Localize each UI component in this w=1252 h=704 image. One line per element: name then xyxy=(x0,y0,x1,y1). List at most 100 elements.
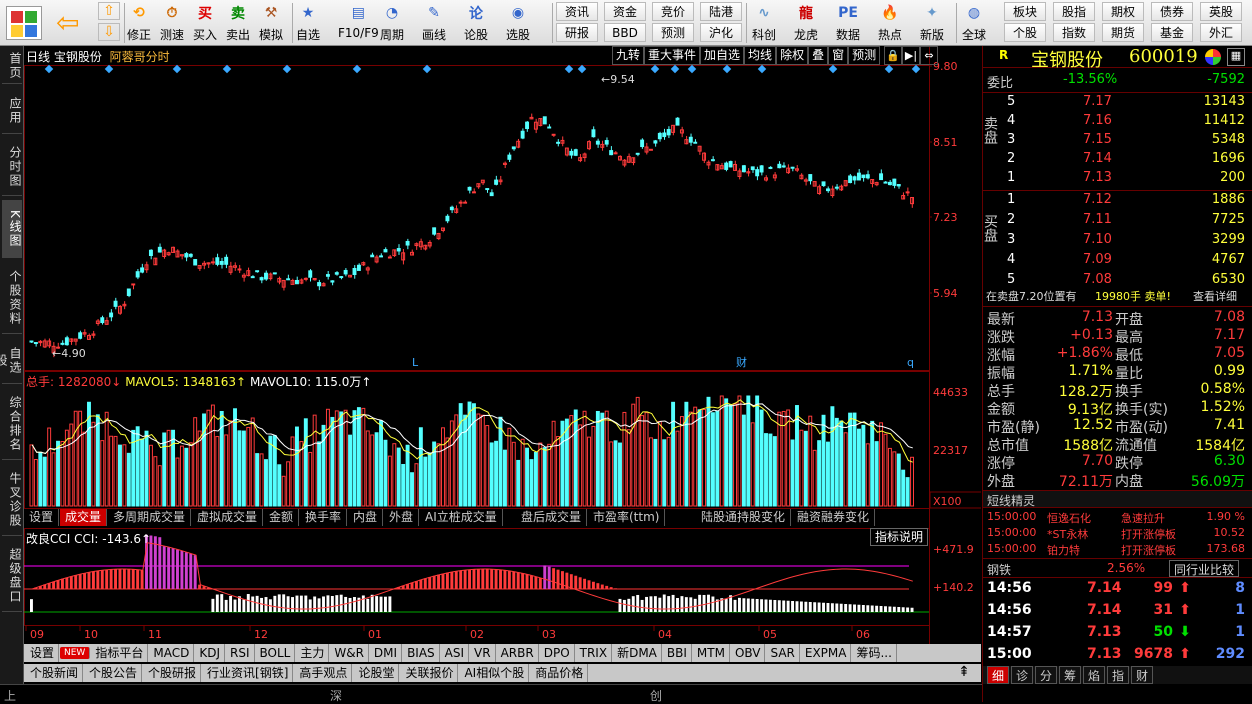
sidebar-item[interactable]: 综合排名 xyxy=(2,388,22,460)
volume-tab[interactable]: 内盘 xyxy=(348,509,383,526)
indicator-tab[interactable]: BIAS xyxy=(403,644,440,662)
buy-level-row[interactable]: 17.121886 xyxy=(983,192,1252,210)
indicator-tab[interactable]: VR xyxy=(470,644,496,662)
sidebar-item[interactable]: 超级盘口 xyxy=(2,540,22,612)
sidebar-item[interactable]: K线图 xyxy=(2,200,22,258)
sidebar-item[interactable]: 分时图 xyxy=(2,138,22,196)
quote-tab[interactable]: 分 xyxy=(1035,666,1057,684)
quick-tab[interactable]: 资讯 xyxy=(556,2,598,21)
volume-tab[interactable]: 市盈率(ttm) xyxy=(588,509,665,526)
toolbar-pick-button[interactable]: ◉选股 xyxy=(506,2,530,43)
indicator-tab[interactable]: 筹码... xyxy=(852,644,896,662)
indicator-tab[interactable]: RSI xyxy=(226,644,255,662)
quote-tab[interactable]: 筹 xyxy=(1059,666,1081,684)
volume-tab[interactable]: 金额 xyxy=(264,509,299,526)
chart-button[interactable]: 加自选 xyxy=(700,46,744,65)
quick-tab[interactable]: 资金 xyxy=(604,2,646,21)
sell-level-row[interactable]: 57.1713143 xyxy=(983,94,1252,112)
toolbar-f10-button[interactable]: ▤F10/F9 xyxy=(338,2,379,40)
indicator-tab[interactable]: 主力 xyxy=(296,644,329,662)
chart-button[interactable]: 窗 xyxy=(828,46,848,65)
volume-tab[interactable]: AI立桩成交量 xyxy=(420,509,503,526)
toolbar-dragon-button[interactable]: 龍龙虎 xyxy=(794,2,818,43)
volume-tab[interactable]: 陆股通持股变化 xyxy=(696,509,791,526)
sell-level-row[interactable]: 37.155348 xyxy=(983,132,1252,150)
status-item[interactable]: 上 xyxy=(4,687,16,704)
news-tab[interactable]: AI相似个股 xyxy=(460,664,529,682)
sell-level-row[interactable]: 47.1611412 xyxy=(983,113,1252,131)
grid-menu-icon[interactable]: ▦ xyxy=(1227,48,1245,66)
volume-tab[interactable]: 盘后成交量 xyxy=(516,509,587,526)
toolbar-hammer-button[interactable]: ⚒模拟 xyxy=(259,2,283,43)
toolbar-chart-button[interactable]: ∿科创 xyxy=(752,2,776,43)
volume-tab[interactable]: 成交量 xyxy=(60,509,107,526)
news-tab[interactable]: 商品价格 xyxy=(531,664,588,682)
market-tab[interactable]: 基金 xyxy=(1151,23,1193,42)
volume-tab[interactable]: 外盘 xyxy=(384,509,419,526)
buy-level-row[interactable]: 47.094767 xyxy=(983,252,1252,270)
sidebar-item[interactable]: 个股资料 xyxy=(2,262,22,334)
chart-button[interactable]: 除权 xyxy=(776,46,808,65)
chart-button[interactable]: 预测 xyxy=(848,46,880,65)
buy-level-row[interactable]: 27.117725 xyxy=(983,212,1252,230)
news-tab[interactable]: 高手观点 xyxy=(295,664,352,682)
scroll-top-icon[interactable]: ⇞ xyxy=(950,664,978,682)
quote-tab[interactable]: 诊 xyxy=(1011,666,1033,684)
market-tab[interactable]: 期权 xyxy=(1102,2,1144,21)
indicator-tab[interactable]: MACD xyxy=(149,644,194,662)
news-tab[interactable]: 个股新闻 xyxy=(26,664,83,682)
indicator-tab[interactable]: 指标平台 xyxy=(91,644,148,662)
indicator-tab[interactable]: ARBR xyxy=(497,644,539,662)
kline-chart-canvas[interactable]: 9.808.517.235.94←9.54←4.90L财q4463322317X… xyxy=(24,46,981,662)
toolbar-hot-button[interactable]: 🔥热点 xyxy=(878,2,902,43)
chart-button[interactable]: 叠 xyxy=(808,46,828,65)
indicator-tab[interactable]: DPO xyxy=(540,644,575,662)
big-order-notice[interactable]: 在卖盘7.20位置有 19980手 卖单! 查看详细 xyxy=(983,288,1252,306)
chart-button[interactable]: 均线 xyxy=(744,46,776,65)
chart-button[interactable]: 九转 xyxy=(612,46,644,65)
status-item[interactable]: 深 xyxy=(330,687,342,704)
market-tab[interactable]: 英股 xyxy=(1200,2,1242,21)
volume-tab[interactable]: 设置 xyxy=(24,509,59,526)
quick-tab[interactable]: 研报 xyxy=(556,23,598,42)
collapse-icon[interactable]: ▶| xyxy=(902,46,920,65)
toolbar-new-button[interactable]: ✦新版 xyxy=(920,2,944,43)
industry-compare-button[interactable]: 同行业比较 xyxy=(1169,560,1239,577)
indicator-help-button[interactable]: 指标说明 xyxy=(870,528,928,546)
sell-level-row[interactable]: 17.13200 xyxy=(983,170,1252,188)
quick-tab[interactable]: 沪化 xyxy=(700,23,742,42)
volume-tab[interactable]: 虚拟成交量 xyxy=(192,509,263,526)
market-tab[interactable]: 期货 xyxy=(1102,23,1144,42)
indicator-tab[interactable]: W&R xyxy=(330,644,369,662)
market-tab[interactable]: 外汇 xyxy=(1200,23,1242,42)
news-tab[interactable]: 行业资讯[钢铁] xyxy=(203,664,293,682)
app-menu-icon[interactable] xyxy=(6,6,42,40)
market-tab[interactable]: 股指 xyxy=(1053,2,1095,21)
quick-tab[interactable]: 竞价 xyxy=(652,2,694,21)
quick-tab[interactable]: BBD xyxy=(604,23,646,42)
market-tab[interactable]: 债券 xyxy=(1151,2,1193,21)
indicator-tab[interactable]: NEW xyxy=(60,647,90,659)
quick-tab[interactable]: 陆港 xyxy=(700,2,742,21)
toolbar-undo-button[interactable]: ⟲修正 xyxy=(127,2,151,43)
news-tab[interactable]: 关联报价 xyxy=(401,664,458,682)
indicator-tab[interactable]: 新DMA xyxy=(613,644,662,662)
expand-icon[interactable]: ⇔ xyxy=(920,46,938,65)
kline-chart-area[interactable]: 9.808.517.235.94←9.54←4.90L财q4463322317X… xyxy=(24,46,981,662)
toolbar-pen-button[interactable]: ✎画线 xyxy=(422,2,446,43)
down-arrow-icon[interactable]: ⇩ xyxy=(98,23,120,41)
indicator-tab[interactable]: MTM xyxy=(693,644,730,662)
toolbar-star-button[interactable]: ★自选 xyxy=(296,2,320,43)
toolbar-pe-button[interactable]: PE数据 xyxy=(836,2,860,43)
sidebar-item[interactable]: 应用 xyxy=(2,88,22,134)
indicator-tab[interactable]: SAR xyxy=(766,644,799,662)
market-tab[interactable]: 指数 xyxy=(1053,23,1095,42)
volume-tab[interactable]: 换手率 xyxy=(300,509,347,526)
indicator-tab[interactable]: TRIX xyxy=(576,644,612,662)
back-arrow-icon[interactable]: ⇦ xyxy=(56,6,90,40)
indicator-tab[interactable]: KDJ xyxy=(195,644,225,662)
sidebar-item[interactable]: 首页 xyxy=(2,48,22,84)
quote-tab[interactable]: 焰 xyxy=(1083,666,1105,684)
quote-tab[interactable]: 细 xyxy=(987,666,1009,684)
toolbar-buy-button[interactable]: 买买入 xyxy=(193,2,217,43)
